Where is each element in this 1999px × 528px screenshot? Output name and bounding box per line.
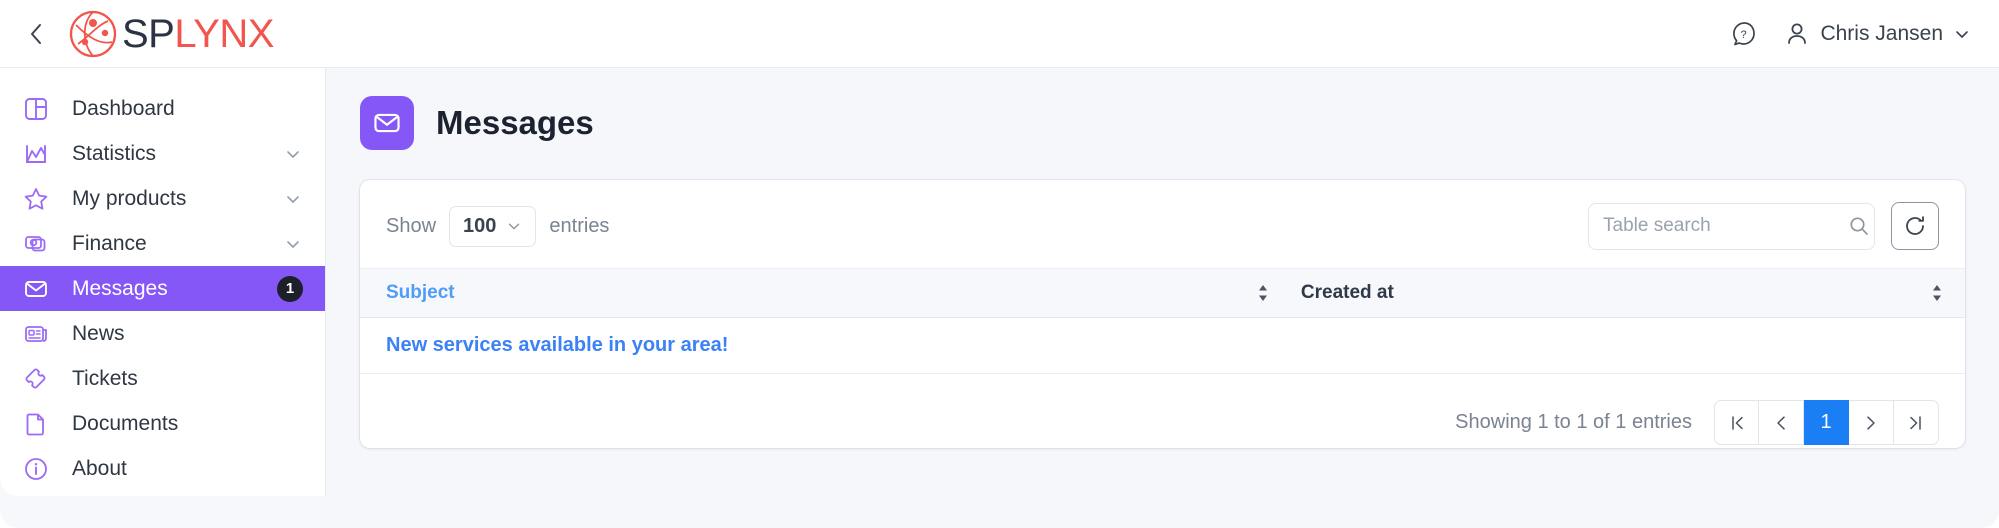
sort-icon[interactable] <box>1931 283 1965 303</box>
column-header-created-at[interactable]: Created at <box>1290 268 1965 318</box>
message-subject-link[interactable]: New services available in your area! <box>360 317 1291 374</box>
table-footer: Showing 1 to 1 of 1 entries 1 <box>360 374 1965 445</box>
chevron-last-icon <box>1910 415 1921 430</box>
show-label: Show <box>386 214 437 237</box>
help-button[interactable]: ? <box>1730 20 1758 48</box>
pagination-first[interactable] <box>1714 400 1759 445</box>
table-body: New services available in your area! <box>360 317 1965 374</box>
chevron-left-icon <box>1777 415 1785 430</box>
splynx-logo[interactable]: SP LYNX <box>68 9 274 59</box>
user-icon <box>1788 23 1807 44</box>
chevron-down-icon[interactable] <box>283 234 303 254</box>
column-header-label: Subject <box>386 282 455 303</box>
sidebar-item-label: Tickets <box>72 366 138 390</box>
refresh-icon <box>1906 216 1924 235</box>
sidebar-item-label: Finance <box>72 231 147 255</box>
table-row[interactable]: New services available in your area! <box>360 317 1965 374</box>
logo-text-sp: SP <box>122 11 175 56</box>
chevron-down-icon[interactable] <box>283 144 303 164</box>
envelope-icon <box>374 113 400 133</box>
document-icon <box>22 410 50 438</box>
page-header-icon <box>360 96 414 150</box>
sidebar-item-label: My products <box>72 186 187 210</box>
sidebar-item-label: Dashboard <box>72 96 175 120</box>
sidebar-item-tickets[interactable]: Tickets <box>0 356 325 401</box>
sidebar-item-finance[interactable]: Finance <box>0 221 325 266</box>
table-search[interactable] <box>1588 202 1875 250</box>
table-toolbar: Show 100 entries <box>360 180 1965 268</box>
sidebar-item-label: News <box>72 321 125 345</box>
pagination-page-1[interactable]: 1 <box>1804 400 1849 445</box>
info-icon <box>22 455 50 483</box>
table-header-row: Subject Created at <box>360 268 1965 318</box>
column-header-subject[interactable]: Subject <box>360 268 1291 318</box>
sidebar-item-label: Documents <box>72 411 179 435</box>
show-entries-control: Show 100 entries <box>386 205 610 247</box>
pagination-next[interactable] <box>1849 400 1894 445</box>
messages-table-card: Show 100 entries Table search Subject Cr… <box>360 180 1965 448</box>
table-tools <box>1588 202 1939 250</box>
chevron-down-icon <box>506 218 522 234</box>
page-size-select[interactable]: 100 <box>449 205 537 247</box>
top-bar-right: ? Chris Jansen <box>1730 20 1971 48</box>
chart-icon <box>22 140 50 168</box>
table-head: Subject Created at <box>360 268 1965 318</box>
svg-text:?: ? <box>1741 29 1747 41</box>
sidebar-item-news[interactable]: News <box>0 311 325 356</box>
ticket-icon <box>22 365 50 393</box>
dashboard-icon <box>22 95 50 123</box>
user-menu[interactable]: Chris Jansen <box>1784 21 1971 47</box>
page-header: Messages <box>360 96 1965 150</box>
news-icon <box>22 320 50 348</box>
pagination-last[interactable] <box>1894 400 1939 445</box>
chevron-down-icon <box>1953 25 1971 43</box>
sidebar: Dashboard Statistics My products Finance… <box>0 68 326 496</box>
user-name: Chris Jansen <box>1820 21 1943 45</box>
star-icon <box>22 185 50 213</box>
refresh-button[interactable] <box>1891 202 1939 250</box>
sidebar-item-label: Statistics <box>72 141 157 165</box>
page-size-value: 100 <box>463 214 497 237</box>
chevron-left-icon <box>31 23 41 44</box>
envelope-icon <box>22 275 50 303</box>
showing-entries-text: Showing 1 to 1 of 1 entries <box>1455 411 1692 433</box>
search-input[interactable] <box>1603 215 1848 237</box>
logo-text-lynx: LYNX <box>174 11 274 56</box>
search-icon[interactable] <box>1848 215 1870 237</box>
pagination: 1 <box>1714 400 1939 445</box>
app-window: SP LYNX ? Chris Jansen Dashboard Statist… <box>0 0 1999 528</box>
sidebar-item-messages[interactable]: Messages 1 <box>0 266 325 311</box>
sidebar-item-my-products[interactable]: My products <box>0 176 325 221</box>
sidebar-item-label: About <box>72 456 127 480</box>
column-header-label: Created at <box>1300 282 1394 303</box>
sidebar-item-statistics[interactable]: Statistics <box>0 131 325 176</box>
pagination-prev[interactable] <box>1759 400 1804 445</box>
chevron-first-icon <box>1731 415 1743 430</box>
sidebar-item-dashboard[interactable]: Dashboard <box>0 86 325 131</box>
chevron-down-icon[interactable] <box>283 189 303 209</box>
back-button[interactable] <box>18 16 54 52</box>
splynx-wordmark: SP LYNX <box>122 14 274 54</box>
sidebar-item-about[interactable]: About <box>0 446 325 491</box>
avatar <box>1784 21 1810 47</box>
help-circle-icon: ? <box>1733 21 1756 45</box>
sort-icon[interactable] <box>1257 283 1291 303</box>
entries-label: entries <box>549 214 610 237</box>
sidebar-item-documents[interactable]: Documents <box>0 401 325 446</box>
message-created-at <box>1290 317 1965 374</box>
chevron-right-icon <box>1867 415 1875 430</box>
messages-unread-badge: 1 <box>277 275 303 302</box>
messages-table: Subject Created at New services availabl… <box>360 268 1965 374</box>
top-bar: SP LYNX ? Chris Jansen <box>0 0 1999 68</box>
sidebar-item-label: Messages <box>72 276 168 300</box>
splynx-logo-mark <box>69 10 117 57</box>
money-icon <box>22 230 50 258</box>
page-title: Messages <box>436 104 594 141</box>
main-content: Messages Show 100 entries Table search S… <box>326 68 1999 528</box>
